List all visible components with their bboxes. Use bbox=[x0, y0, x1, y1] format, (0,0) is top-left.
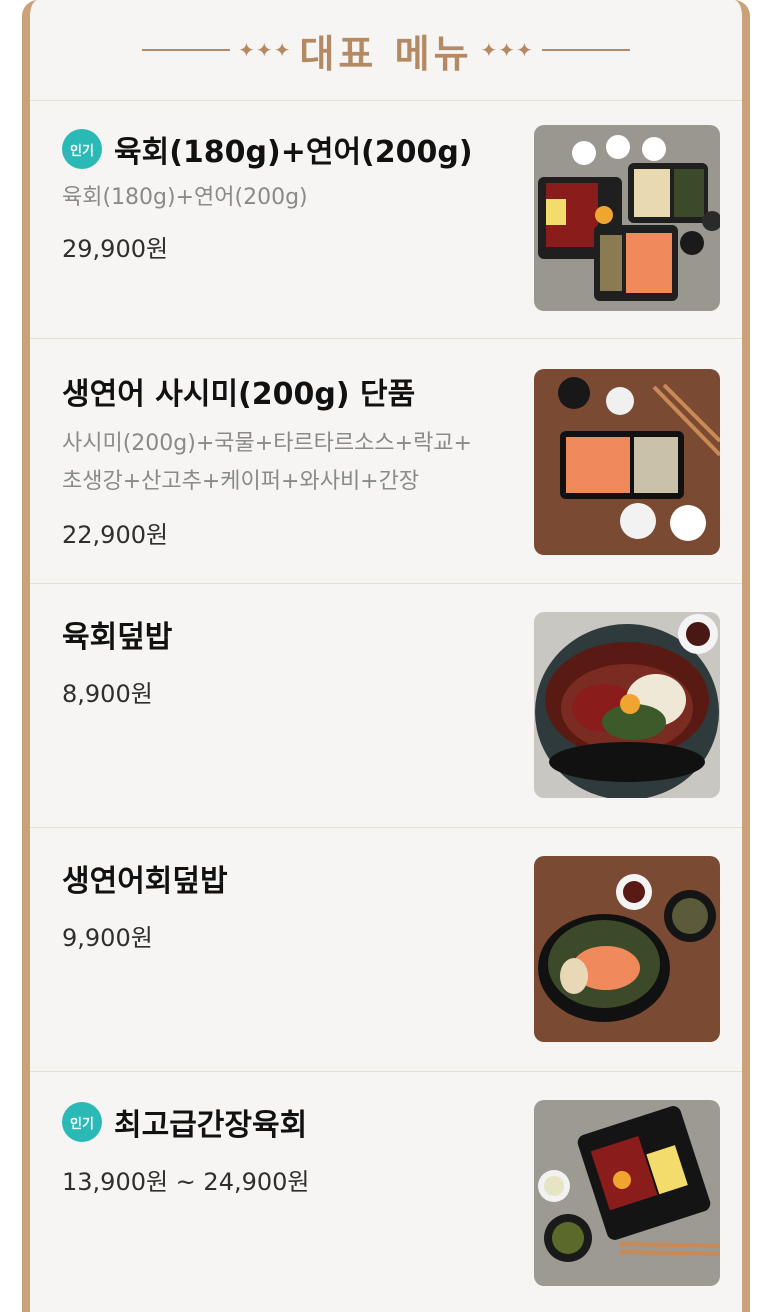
right-sparkle-icon: ✦✦✦ bbox=[480, 38, 534, 62]
menu-item-info: 생연어 사시미(200g) 단품 사시미(200g)+국물+타르타르소스+락교+… bbox=[62, 369, 522, 550]
menu-item-price: 8,900원 bbox=[62, 680, 153, 708]
section-header: ✦✦✦ 대표 메뉴 ✦✦✦ bbox=[30, 18, 742, 82]
menu-item-price: 29,900원 bbox=[62, 235, 169, 263]
yukhoe-rice-bowl-image[interactable] bbox=[534, 612, 720, 798]
soy-yukhoe-image[interactable] bbox=[534, 1100, 720, 1286]
menu-item-description-line-2: 초생강+산고추+케이퍼+와사비+간장 bbox=[62, 469, 420, 494]
menu-panel: ✦✦✦ 대표 메뉴 ✦✦✦ 인기 육회(180g)+연어(200g) 육회(18… bbox=[22, 0, 750, 1312]
right-divider-line bbox=[541, 49, 630, 51]
menu-item-name-row: 인기 최고급간장육회 bbox=[62, 1100, 522, 1144]
menu-item-name: 육회덮밥 bbox=[62, 620, 173, 655]
menu-item-name-row: 생연어회덮밥 bbox=[62, 856, 522, 900]
menu-item-price: 22,900원 bbox=[62, 521, 169, 549]
menu-item-name: 생연어회덮밥 bbox=[62, 864, 228, 899]
left-sparkle-icon: ✦✦✦ bbox=[238, 38, 292, 62]
menu-item[interactable]: 생연어회덮밥 9,900원 bbox=[30, 827, 742, 1071]
menu-item-info: 생연어회덮밥 9,900원 bbox=[62, 856, 522, 953]
menu-item[interactable]: 인기 최고급간장육회 13,900원 ~ 24,900원 bbox=[30, 1071, 742, 1312]
menu-item[interactable]: 인기 육회(180g)+연어(200g) 육회(180g)+연어(200g) 2… bbox=[30, 100, 742, 338]
left-divider-line bbox=[142, 49, 231, 51]
menu-item-price: 13,900원 ~ 24,900원 bbox=[62, 1168, 310, 1196]
menu-item-name: 생연어 사시미(200g) 단품 bbox=[62, 377, 416, 412]
popular-badge: 인기 bbox=[62, 1102, 102, 1142]
menu-item-name: 최고급간장육회 bbox=[114, 1108, 308, 1143]
menu-item-name: 육회(180g)+연어(200g) bbox=[114, 135, 473, 170]
app-screen: ✦✦✦ 대표 메뉴 ✦✦✦ 인기 육회(180g)+연어(200g) 육회(18… bbox=[0, 0, 773, 1312]
menu-item-price: 9,900원 bbox=[62, 924, 153, 952]
menu-item-info: 육회덮밥 8,900원 bbox=[62, 612, 522, 709]
menu-item-name-row: 생연어 사시미(200g) 단품 bbox=[62, 369, 522, 413]
menu-item[interactable]: 생연어 사시미(200g) 단품 사시미(200g)+국물+타르타르소스+락교+… bbox=[30, 338, 742, 583]
yukhoe-salmon-image[interactable] bbox=[534, 125, 720, 311]
salmon-rice-bowl-image[interactable] bbox=[534, 856, 720, 1042]
menu-item-name-row: 인기 육회(180g)+연어(200g) bbox=[62, 127, 522, 171]
menu-item-name-row: 육회덮밥 bbox=[62, 612, 522, 656]
menu-item-description-line-1: 사시미(200g)+국물+타르타르소스+락교+ bbox=[62, 431, 472, 456]
menu-item-description: 육회(180g)+연어(200g) bbox=[62, 185, 308, 210]
menu-item-info: 인기 최고급간장육회 13,900원 ~ 24,900원 bbox=[62, 1100, 522, 1197]
popular-badge: 인기 bbox=[62, 129, 102, 169]
menu-item[interactable]: 육회덮밥 8,900원 bbox=[30, 583, 742, 827]
section-title: 대표 메뉴 bbox=[299, 31, 473, 76]
salmon-sashimi-image[interactable] bbox=[534, 369, 720, 555]
menu-item-info: 인기 육회(180g)+연어(200g) 육회(180g)+연어(200g) 2… bbox=[62, 127, 522, 264]
